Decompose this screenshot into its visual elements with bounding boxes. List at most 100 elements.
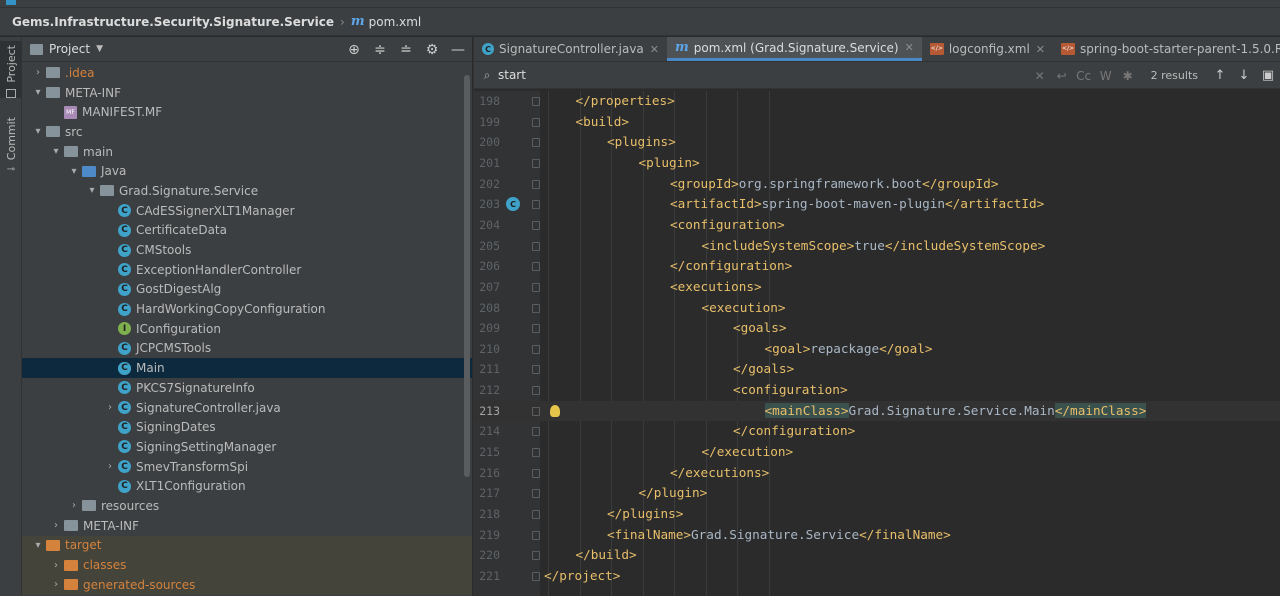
gear-icon[interactable]: ⚙ <box>424 42 440 58</box>
fold-marker-icon[interactable] <box>532 97 540 106</box>
fold-marker-icon[interactable] <box>532 262 540 272</box>
collapse-all-icon[interactable]: ≐ <box>398 42 414 58</box>
code-line[interactable]: 199 <build> <box>474 112 1280 133</box>
fold-marker-icon[interactable] <box>532 427 540 437</box>
filter-window-icon[interactable]: ▣ <box>1256 68 1280 83</box>
previous-occurrence-icon[interactable]: ↑ <box>1208 68 1232 83</box>
fold-marker-icon[interactable] <box>532 282 540 292</box>
tree-item[interactable]: C HardWorkingCopyConfiguration <box>22 299 472 319</box>
tree-item[interactable]: ▾ META-INF <box>22 83 472 103</box>
code-line[interactable]: 206 </configuration> <box>474 256 1280 277</box>
code-line[interactable]: 215 </execution> <box>474 442 1280 463</box>
fold-marker-icon[interactable] <box>532 551 540 561</box>
tree-item[interactable]: ▾ Grad.Signature.Service <box>22 181 472 201</box>
tree-item[interactable]: C CMStools <box>22 240 472 260</box>
code-line[interactable]: 213 <mainClass>Grad.Signature.Service.Mai… <box>474 400 1280 422</box>
fold-marker-icon[interactable] <box>532 200 540 210</box>
chevron-down-icon[interactable]: ▾ <box>30 126 46 137</box>
chevron-right-icon[interactable]: › <box>66 500 82 511</box>
chevron-down-icon[interactable]: ▾ <box>84 185 100 196</box>
tree-item[interactable]: › generated-sources <box>22 574 472 595</box>
chevron-down-icon[interactable]: ▾ <box>66 166 82 177</box>
tree-item[interactable]: C Main <box>22 358 472 378</box>
fold-marker-icon[interactable] <box>532 386 540 396</box>
tree-item[interactable]: ▾ Java <box>22 161 472 181</box>
code-line[interactable]: 217 </plugin> <box>474 483 1280 504</box>
tree-item[interactable]: C SigningSettingManager <box>22 437 472 457</box>
search-icon[interactable]: ⌕ <box>476 68 498 83</box>
lightbulb-icon[interactable] <box>550 404 560 417</box>
fold-marker-icon[interactable] <box>532 365 540 375</box>
code-line[interactable]: 204 <configuration> <box>474 215 1280 236</box>
code-line[interactable]: 214 </configuration> <box>474 421 1280 442</box>
fold-marker-icon[interactable] <box>532 571 540 581</box>
fold-marker-icon[interactable] <box>532 117 540 127</box>
tree-item[interactable]: › C SignatureController.java <box>22 398 472 418</box>
tree-item[interactable]: C GostDigestAlg <box>22 280 472 300</box>
history-icon[interactable]: ↩ <box>1051 69 1073 83</box>
chevron-down-icon[interactable]: ▾ <box>48 146 64 157</box>
code-line[interactable]: 203 C <artifactId>spring-boot-maven-plugin… <box>474 194 1280 215</box>
fold-marker-icon[interactable] <box>532 138 540 148</box>
tree-item[interactable]: I IConfiguration <box>22 319 472 339</box>
chevron-right-icon[interactable]: › <box>48 520 64 531</box>
expand-all-icon[interactable]: ≑ <box>372 42 388 58</box>
breadcrumb-project[interactable]: Gems.Infrastructure.Security.Signature.S… <box>12 15 334 29</box>
code-line[interactable]: 216 </executions> <box>474 463 1280 484</box>
tree-item[interactable]: C CertificateData <box>22 221 472 241</box>
fold-marker-icon[interactable] <box>532 241 540 251</box>
editor-tab[interactable]: C SignatureController.java ✕ <box>474 37 667 61</box>
tree-item[interactable]: C XLT1Configuration <box>22 476 472 496</box>
fold-marker-icon[interactable] <box>532 448 540 458</box>
code-line[interactable]: 220 </build> <box>474 545 1280 566</box>
tree-item[interactable]: › classes <box>22 555 472 575</box>
run-gutter-icon[interactable]: C <box>506 197 520 212</box>
tree-item[interactable]: C PKCS7SignatureInfo <box>22 378 472 398</box>
regex-toggle[interactable]: ✱ <box>1117 69 1139 83</box>
tree-item[interactable]: ▾ target <box>22 535 472 556</box>
tree-item[interactable]: MF MANIFEST.MF <box>22 102 472 122</box>
code-area[interactable]: 198 </properties> 199 <build> 200 <plugins> 20… <box>474 91 1280 596</box>
next-occurrence-icon[interactable]: ↓ <box>1232 68 1256 83</box>
tree-item[interactable]: ›. idea <box>22 63 472 83</box>
hide-panel-icon[interactable]: — <box>450 42 466 58</box>
project-scrollbar[interactable] <box>464 75 470 477</box>
editor-tab[interactable]: </> spring-boot-starter-parent-1.5.0.RELE… <box>1053 37 1280 61</box>
tree-item[interactable]: › C SmevTransformSpi <box>22 457 472 477</box>
code-line[interactable]: 208 <execution> <box>474 298 1280 319</box>
chevron-right-icon[interactable]: › <box>48 579 64 590</box>
fold-marker-icon[interactable] <box>532 324 540 334</box>
code-line[interactable]: 205 <includeSystemScope>true</includeSyst… <box>474 236 1280 257</box>
fold-marker-icon[interactable] <box>532 220 540 230</box>
close-tab-icon[interactable]: ✕ <box>1036 43 1045 56</box>
fold-marker-icon[interactable] <box>532 510 540 519</box>
code-line[interactable]: 201 <plugin> <box>474 153 1280 174</box>
fold-marker-icon[interactable] <box>532 406 540 416</box>
chevron-down-icon[interactable]: ▾ <box>30 540 46 551</box>
fold-marker-icon[interactable] <box>532 530 540 540</box>
match-case-toggle[interactable]: Cc <box>1073 69 1095 83</box>
chevron-right-icon[interactable]: › <box>30 67 46 78</box>
tree-item[interactable]: ▾ src <box>22 122 472 142</box>
tree-item[interactable]: C SigningDates <box>22 417 472 437</box>
chevron-right-icon[interactable]: › <box>102 402 118 413</box>
tree-item[interactable]: C ExceptionHandlerController <box>22 260 472 280</box>
code-line[interactable]: 211 </goals> <box>474 359 1280 380</box>
chevron-down-icon[interactable]: ▾ <box>30 87 46 98</box>
locate-icon[interactable]: ⊕ <box>346 42 362 58</box>
editor-tab[interactable]: </> logconfig.xml ✕ <box>922 37 1053 61</box>
fold-marker-icon[interactable] <box>532 158 540 168</box>
tree-item[interactable]: › resources <box>22 496 472 516</box>
search-input[interactable] <box>498 65 978 85</box>
tool-tab-commit[interactable]: Commit ⊸ <box>0 113 22 175</box>
editor-tab[interactable]: m pom.xml (Grad.Signature.Service) ✕ <box>667 37 922 61</box>
close-tab-icon[interactable]: ✕ <box>650 43 659 56</box>
fold-marker-icon[interactable] <box>532 489 540 499</box>
fold-marker-icon[interactable] <box>532 303 540 313</box>
project-view-selector[interactable]: Project <box>49 42 90 56</box>
tool-tab-project[interactable]: Project <box>0 41 22 98</box>
chevron-right-icon[interactable]: › <box>48 560 64 571</box>
code-line[interactable]: 198 </properties> <box>474 91 1280 112</box>
tree-item[interactable]: C JCPCMSTools <box>22 339 472 359</box>
tree-item[interactable]: C CAdESSignerXLT1Manager <box>22 201 472 221</box>
